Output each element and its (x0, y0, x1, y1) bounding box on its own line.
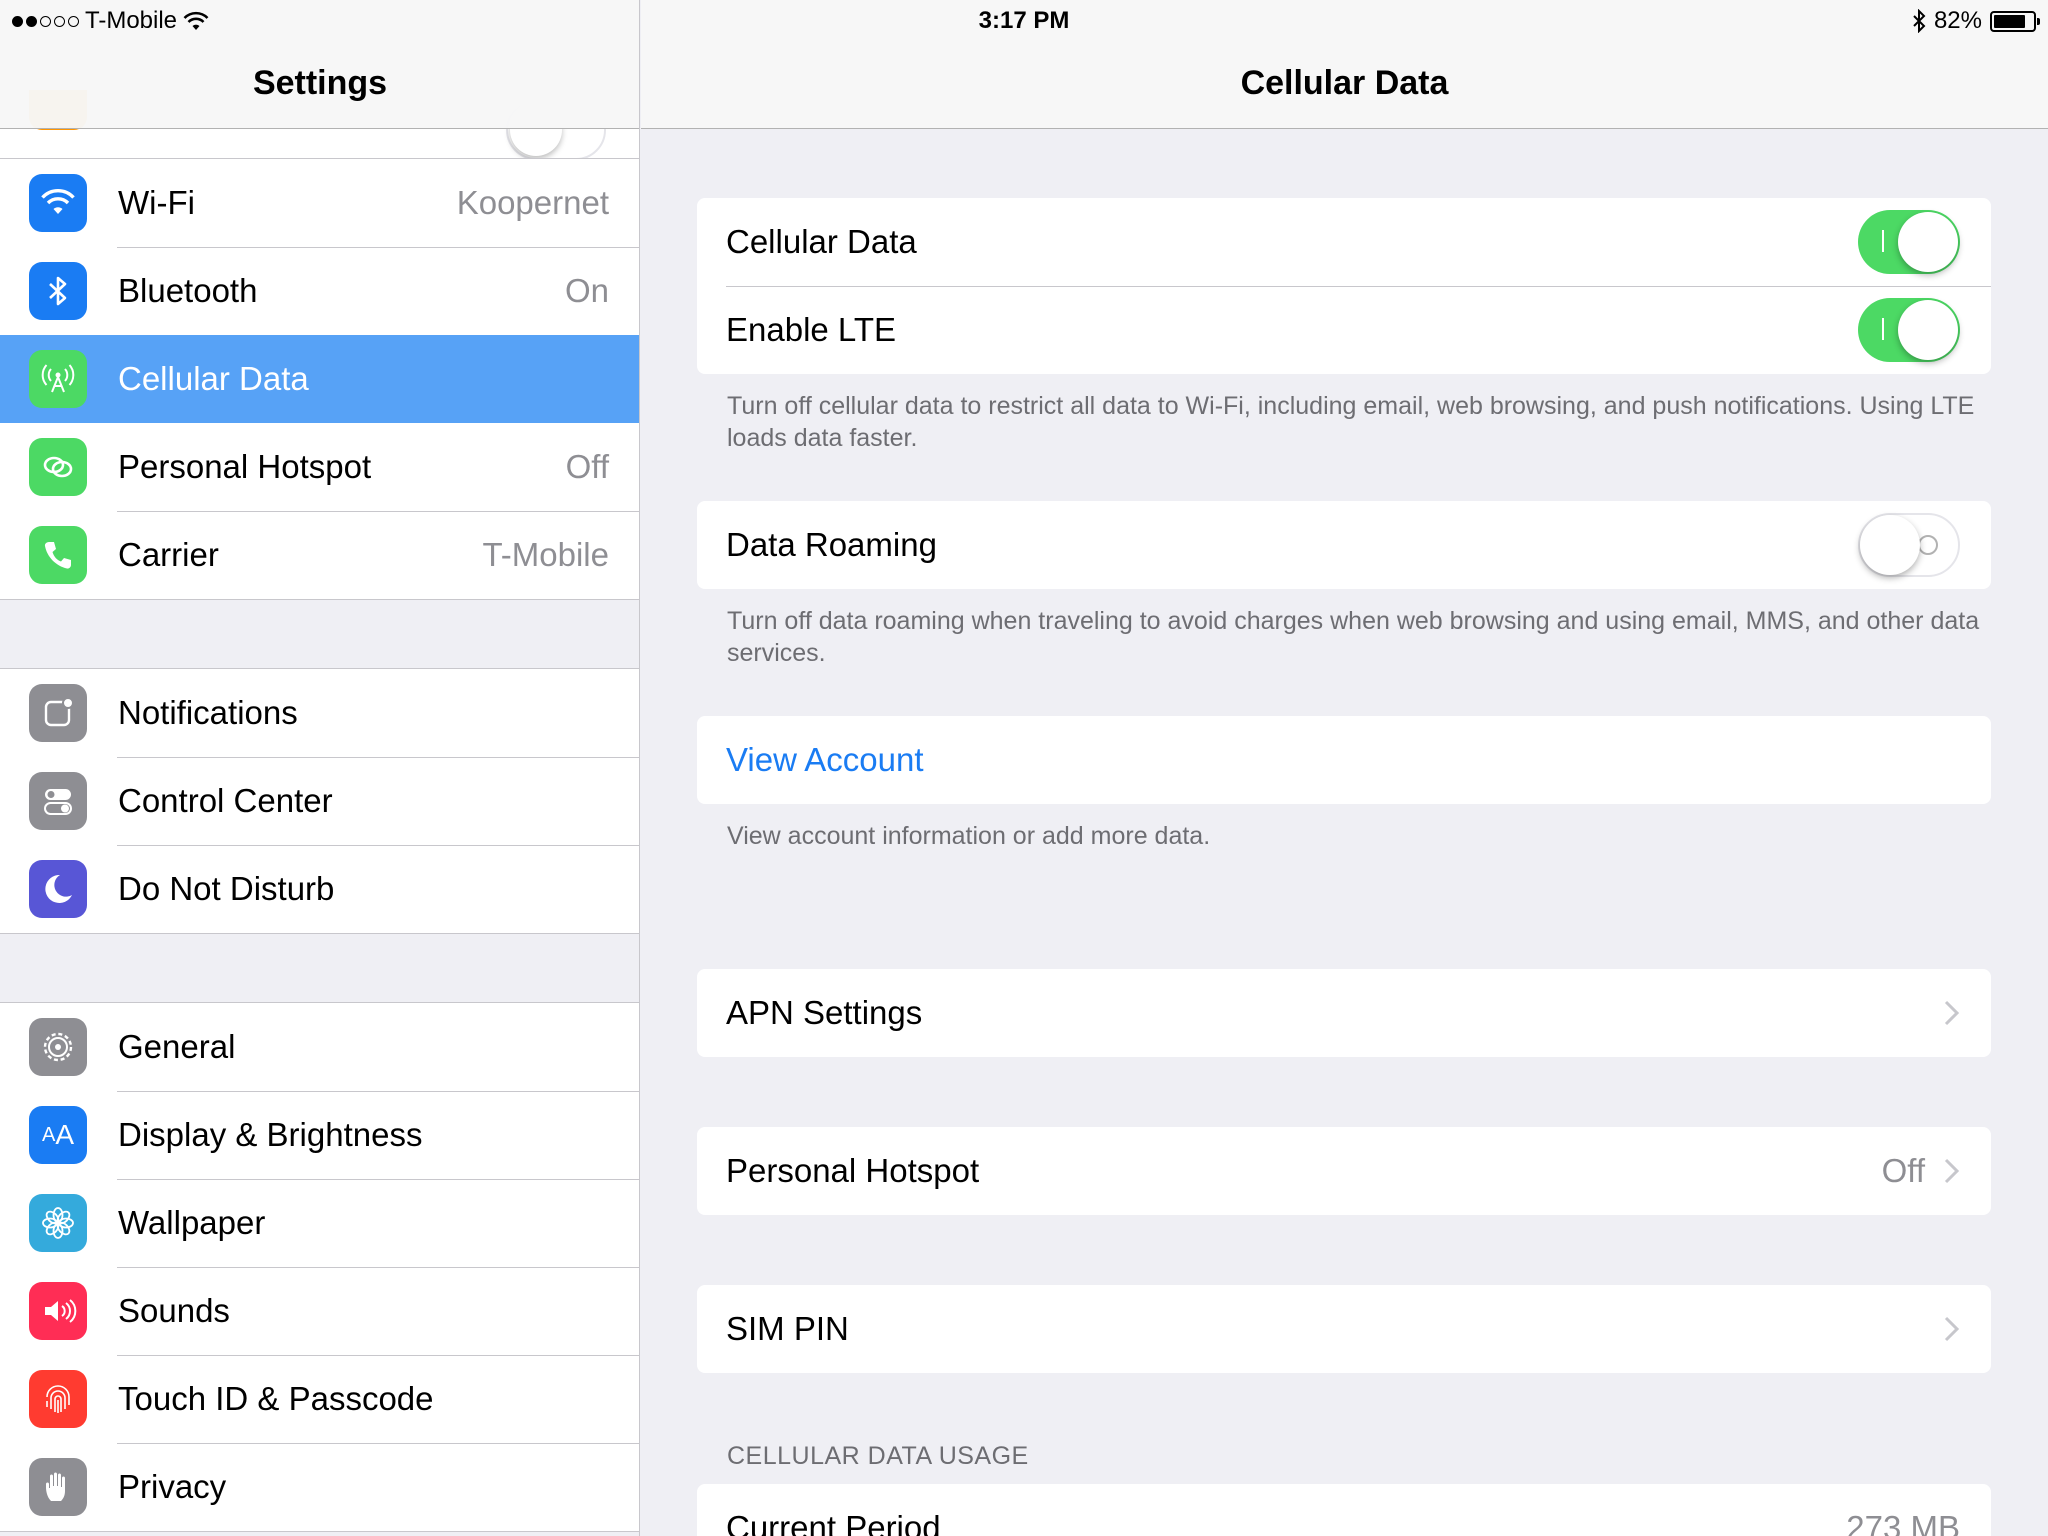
sidebar-item-value: On (564, 272, 609, 309)
chevron-right-icon (1944, 1158, 1960, 1184)
cellular-usage-card: Current Period 273 MB (697, 1484, 1991, 1536)
sidebar-item-general[interactable]: General (0, 1003, 639, 1091)
current-period-label: Current Period (726, 1509, 941, 1536)
sidebar-item-label: Wallpaper (118, 1204, 266, 1241)
chevron-right-icon (1944, 1000, 1960, 1026)
speaker-icon (29, 1282, 87, 1340)
view-account-row[interactable]: View Account (697, 716, 1991, 804)
current-period-row: Current Period 273 MB (697, 1484, 1991, 1536)
sidebar-item-label: Personal Hotspot (118, 448, 372, 485)
settings-sidebar[interactable]: Settings Wi-Fi Koopernet Bluetooth On Ce… (0, 0, 640, 1536)
apn-settings-label: APN Settings (726, 994, 923, 1031)
sim-pin-row[interactable]: SIM PIN (697, 1285, 1991, 1373)
sidebar-item-value: Koopernet (456, 184, 609, 221)
control-center-icon (29, 772, 87, 830)
moon-icon (29, 860, 87, 918)
data-roaming-footnote: Turn off data roaming when traveling to … (727, 607, 1980, 667)
sidebar-item-label: Privacy (118, 1468, 227, 1505)
data-roaming-label: Data Roaming (726, 526, 937, 563)
detail-pane[interactable]: Cellular Data Cellular Data Enable LTE T… (641, 0, 2048, 1536)
settings-group-device: General AA Display & Brightness Wallpape… (0, 1002, 639, 1532)
sidebar-item-label: Notifications (118, 694, 298, 731)
sidebar-item-bluetooth[interactable]: Bluetooth On (0, 247, 639, 335)
flower-icon (29, 1194, 87, 1252)
sidebar-item-notifications[interactable]: Notifications (0, 669, 639, 757)
sidebar-item-label: Control Center (118, 782, 333, 819)
chevron-right-icon (1944, 1316, 1960, 1342)
personal-hotspot-card: Personal Hotspot Off (697, 1127, 1991, 1215)
personal-hotspot-row[interactable]: Personal Hotspot Off (697, 1127, 1991, 1215)
enable-lte-row: Enable LTE (697, 286, 1991, 374)
sim-pin-card: SIM PIN (697, 1285, 1991, 1373)
sidebar-item-cellular-data[interactable]: Cellular Data (0, 335, 639, 423)
view-account-footnote: View account information or add more dat… (727, 822, 1211, 850)
sidebar-item-label: Cellular Data (118, 360, 309, 397)
battery-icon (1990, 10, 2040, 32)
sidebar-item-wallpaper[interactable]: Wallpaper (0, 1179, 639, 1267)
sidebar-item-value: T-Mobile (482, 536, 609, 573)
data-roaming-card: Data Roaming (697, 501, 1991, 589)
cellular-toggles-card: Cellular Data Enable LTE (697, 198, 1991, 374)
sidebar-item-privacy[interactable]: Privacy (0, 1443, 639, 1531)
settings-group-connectivity: Wi-Fi Koopernet Bluetooth On Cellular Da… (0, 158, 639, 600)
sidebar-item-label: Touch ID & Passcode (118, 1380, 434, 1417)
sidebar-item-personal-hotspot[interactable]: Personal Hotspot Off (0, 423, 639, 511)
view-account-card: View Account (697, 716, 1991, 804)
status-time: 3:17 PM (978, 7, 1070, 34)
sidebar-item-do-not-disturb[interactable]: Do Not Disturb (0, 845, 639, 933)
detail-title: Cellular Data (1240, 64, 1449, 102)
cellular-data-label: Cellular Data (726, 223, 917, 260)
sidebar-item-display-brightness[interactable]: AA Display & Brightness (0, 1091, 639, 1179)
sidebar-item-label: General (118, 1028, 236, 1065)
bluetooth-status-icon (1913, 9, 1926, 33)
enable-lte-label: Enable LTE (726, 311, 896, 348)
sidebar-item-control-center[interactable]: Control Center (0, 757, 639, 845)
sidebar-item-sounds[interactable]: Sounds (0, 1267, 639, 1355)
fingerprint-icon (29, 1370, 87, 1428)
gear-icon (29, 1018, 87, 1076)
cellular-data-footnote: Turn off cellular data to restrict all d… (727, 392, 1975, 452)
sidebar-item-label: Sounds (118, 1292, 230, 1329)
enable-lte-toggle[interactable] (1858, 298, 1960, 362)
hotspot-icon (29, 438, 87, 496)
sidebar-item-touch-id-passcode[interactable]: Touch ID & Passcode (0, 1355, 639, 1443)
sidebar-item-label: Do Not Disturb (118, 870, 335, 907)
sidebar-item-value: Off (565, 448, 609, 485)
sidebar-item-label: Wi-Fi (118, 184, 195, 221)
settings-group-system: Notifications Control Center Do Not Dist… (0, 668, 639, 934)
current-period-value: 273 MB (1846, 1509, 1960, 1536)
apn-settings-row[interactable]: APN Settings (697, 969, 1991, 1057)
data-roaming-row: Data Roaming (697, 501, 1991, 589)
hand-icon (29, 1458, 87, 1516)
bluetooth-icon (29, 262, 87, 320)
cellular-data-row: Cellular Data (697, 198, 1991, 286)
cellular-usage-section-header: CELLULAR DATA USAGE (727, 1442, 1029, 1470)
sidebar-item-label: Carrier (118, 536, 219, 573)
settings-title: Settings (252, 64, 388, 102)
personal-hotspot-value: Off (1881, 1152, 1925, 1189)
sidebar-item-label: Bluetooth (118, 272, 258, 309)
personal-hotspot-label: Personal Hotspot (726, 1152, 980, 1189)
view-account-link[interactable]: View Account (726, 741, 924, 779)
sim-pin-label: SIM PIN (726, 1310, 849, 1347)
sidebar-item-carrier[interactable]: Carrier T-Mobile (0, 511, 639, 599)
phone-icon (29, 526, 87, 584)
status-bar: T-Mobile 3:17 PM 82% (0, 0, 2048, 40)
cellular-data-toggle[interactable] (1858, 210, 1960, 274)
wifi-icon (29, 174, 87, 232)
text-size-icon: AA (29, 1106, 87, 1164)
apn-settings-card: APN Settings (697, 969, 1991, 1057)
notifications-icon (29, 684, 87, 742)
data-roaming-toggle[interactable] (1858, 513, 1960, 577)
battery-percent: 82% (1933, 7, 1982, 34)
sidebar-item-wifi[interactable]: Wi-Fi Koopernet (0, 159, 639, 247)
cellular-antenna-icon (29, 350, 87, 408)
sidebar-item-label: Display & Brightness (118, 1116, 423, 1153)
